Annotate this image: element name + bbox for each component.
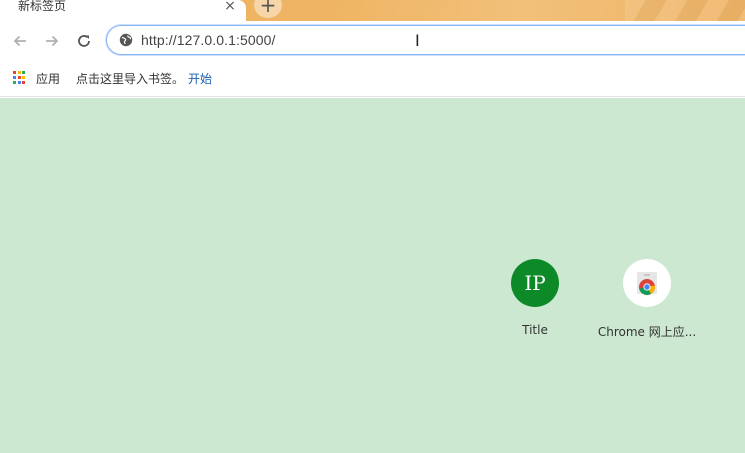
address-bar[interactable]: http://127.0.0.1:5000/ I bbox=[106, 25, 745, 55]
tab-strip: 新标签页 × + bbox=[0, 0, 745, 21]
arrow-left-icon bbox=[13, 35, 26, 47]
tab-new-tab[interactable]: 新标签页 × bbox=[0, 0, 246, 21]
new-tab-page: IP Title Chrome 网上应... bbox=[0, 98, 745, 453]
shortcut-tile-chrome-web-store[interactable]: Chrome 网上应... bbox=[597, 259, 697, 349]
tab-close-icon[interactable]: × bbox=[222, 0, 238, 14]
forward-button[interactable] bbox=[40, 29, 64, 53]
globe-icon bbox=[119, 33, 133, 47]
import-bookmarks-text: 点击这里导入书签。 bbox=[76, 72, 185, 86]
text-cursor-icon: I bbox=[415, 31, 420, 50]
toolbar: http://127.0.0.1:5000/ I bbox=[0, 21, 745, 61]
url-text: http://127.0.0.1:5000/ bbox=[141, 32, 276, 48]
tile-label: Title bbox=[522, 323, 548, 337]
chrome-web-store-icon bbox=[623, 259, 671, 307]
apps-shortcut[interactable]: 应用 bbox=[36, 70, 60, 87]
reload-button[interactable] bbox=[72, 29, 96, 53]
start-import-link[interactable]: 开始 bbox=[188, 70, 212, 87]
bookmarks-bar: 应用 点击这里导入书签。 开始 bbox=[0, 61, 745, 97]
site-initials-icon: IP bbox=[511, 259, 559, 307]
web-store-bag-icon bbox=[637, 272, 657, 295]
tile-initials: IP bbox=[524, 271, 546, 295]
tile-label: Chrome 网上应... bbox=[597, 325, 697, 339]
tab-title: 新标签页 bbox=[18, 0, 67, 13]
arrow-right-icon bbox=[46, 35, 59, 47]
new-tab-button[interactable]: + bbox=[254, 0, 282, 18]
shortcut-tile-title[interactable]: IP Title bbox=[485, 259, 585, 349]
apps-grid-icon[interactable] bbox=[13, 71, 27, 85]
back-button[interactable] bbox=[8, 29, 32, 53]
reload-icon bbox=[78, 35, 90, 47]
